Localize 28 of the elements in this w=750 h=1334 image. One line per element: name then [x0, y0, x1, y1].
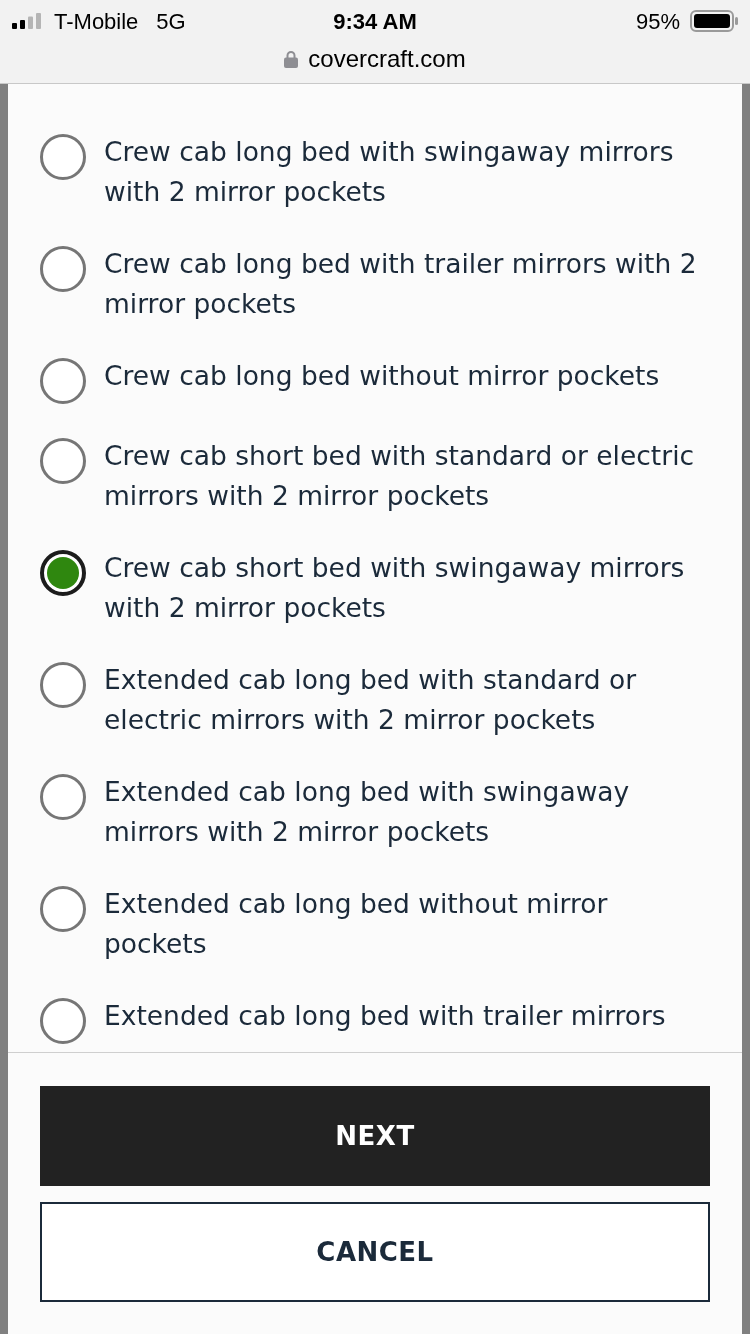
- network-type: 5G: [156, 7, 186, 36]
- page-url[interactable]: covercraft.com: [308, 41, 466, 77]
- battery-icon: [690, 10, 738, 32]
- option-label[interactable]: Crew cab short bed with standard or electric mirrors with 2 mirror pockets: [104, 436, 700, 516]
- radio-button[interactable]: [40, 550, 86, 596]
- carrier-name: T-Mobile: [54, 7, 139, 36]
- signal-icon: [12, 13, 42, 29]
- option-label[interactable]: Crew cab long bed with trailer mirrors with 2 mirror pockets: [104, 244, 700, 324]
- option-label[interactable]: Crew cab long bed with swingaway mirrors with 2 mirror pockets: [104, 132, 700, 212]
- option-label[interactable]: Extended cab long bed with standard or electric mirrors with 2 mirror pockets: [104, 660, 700, 740]
- radio-button[interactable]: [40, 358, 86, 404]
- option-label[interactable]: Crew cab long bed without mirror pockets: [104, 356, 660, 396]
- option-label[interactable]: Extended cab long bed without mirror pockets: [104, 884, 700, 964]
- clock-time: 9:34 AM: [333, 7, 417, 36]
- cancel-button[interactable]: CANCEL: [40, 1202, 710, 1302]
- radio-button[interactable]: [40, 662, 86, 708]
- radio-button[interactable]: [40, 998, 86, 1044]
- radio-button[interactable]: [40, 438, 86, 484]
- next-button[interactable]: NEXT: [40, 1086, 710, 1186]
- radio-button[interactable]: [40, 886, 86, 932]
- radio-button[interactable]: [40, 246, 86, 292]
- battery-percent: 95%: [635, 7, 680, 36]
- option-label[interactable]: Extended cab long bed with swingaway mirrors with 2 mirror pockets: [104, 772, 700, 852]
- radio-button[interactable]: [40, 774, 86, 820]
- option-label[interactable]: Crew cab short bed with swingaway mirrors with 2 mirror pockets: [104, 548, 700, 628]
- radio-button[interactable]: [40, 134, 86, 180]
- lock-icon: [284, 50, 299, 68]
- option-label[interactable]: Extended cab long bed with trailer mirrors: [104, 996, 666, 1036]
